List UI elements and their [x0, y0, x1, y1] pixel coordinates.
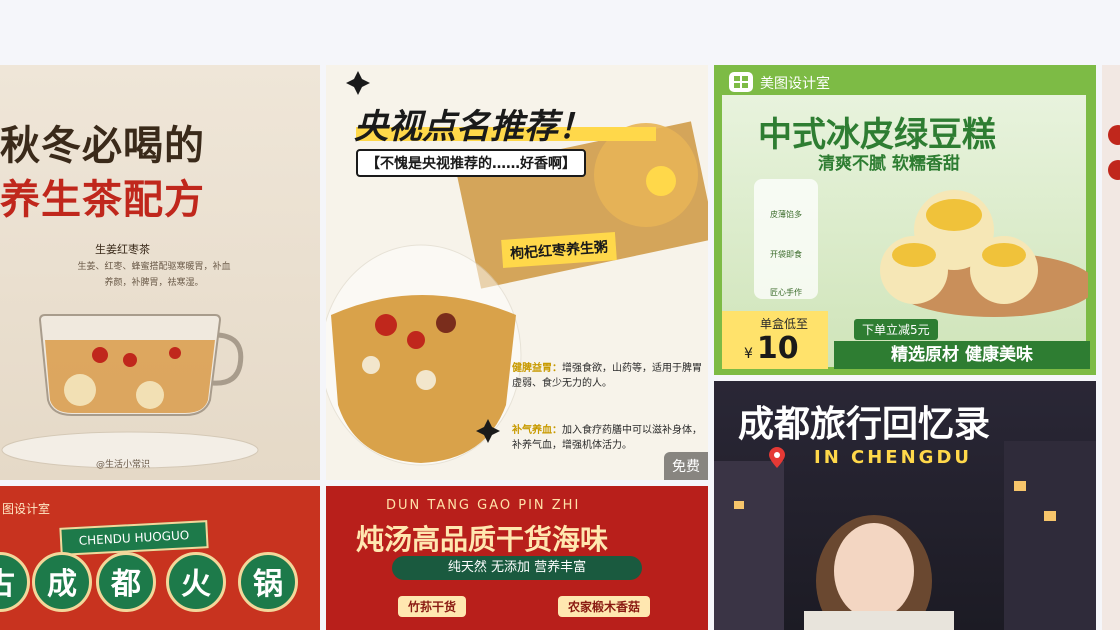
city-caption: IN CHENGDU — [814, 447, 972, 468]
feature-3: 匠心手作 — [770, 288, 802, 297]
title-line-1: 秋冬必喝的 — [0, 123, 205, 169]
price-value: ¥10 — [744, 331, 799, 366]
card-porridge[interactable]: 央视点名推荐！ 【不愧是央视推荐的……好香啊】 枸杞红枣养生粥 健脾益胃：增强食… — [326, 65, 708, 480]
price-label: 单盒低至 — [760, 317, 809, 331]
brand-name: 美图设计室 — [760, 76, 830, 92]
feature-ribbon: 纯天然 无添加 营养丰富 — [392, 556, 642, 580]
category-1: 竹荪干货 — [398, 596, 467, 617]
card-title: 成都旅行回忆录 — [738, 404, 991, 445]
brand-name: 图设计室 — [2, 502, 51, 516]
currency: ¥ — [744, 346, 753, 362]
free-badge: 免费 — [664, 452, 708, 480]
title-char-2: 成 — [32, 552, 92, 612]
ingredients-line-2: 养颜，补脾胃，祛寒湿。 — [104, 278, 204, 288]
title-char-3: 都 — [96, 552, 156, 612]
quality-bar: 精选原材 健康美味 — [834, 341, 1090, 369]
price: 10 — [756, 331, 799, 366]
card-subtitle: 清爽不腻 软糯香甜 — [818, 154, 960, 174]
feature-2: 开袋即食 — [770, 250, 802, 259]
credit: @生活小常识 — [96, 460, 151, 470]
note-1-key: 健脾益胃： — [512, 363, 562, 374]
note-2-key: 补气养血： — [512, 425, 562, 436]
recipe-name: 生姜红枣茶 — [95, 243, 150, 256]
top-bar — [0, 0, 1120, 64]
title-char-4: 火 — [166, 552, 226, 612]
title-char-5: 锅 — [238, 552, 298, 612]
discount-badge: 下单立减5元 — [854, 319, 938, 340]
title-line-2: 养生茶配方 — [0, 177, 205, 223]
card-hotpot[interactable]: 图设计室 CHENDU HUOGUO 古 成 都 火 锅 — [0, 486, 320, 630]
category-2: 农家椴木香菇 — [558, 596, 651, 617]
note-2: 补气养血：加入食疗药膳中可以滋补身体，补养气血，增强机体活力。 — [512, 423, 702, 453]
card-dried-seafood[interactable]: DUN TANG GAO PIN ZHI 炖汤高品质干货海味 纯天然 无添加 营… — [326, 486, 708, 630]
card-partial-right[interactable] — [1102, 65, 1120, 630]
ingredients-line-1: 生姜、红枣、蜂蜜搭配驱寒暖胃，补血 — [77, 262, 231, 272]
cake-illustration — [880, 190, 1088, 317]
ingredients: 生姜、红枣、蜂蜜搭配驱寒暖胃，补血 养颜，补脾胃，祛寒湿。 — [34, 259, 274, 291]
card-herbal-tea[interactable]: 秋冬必喝的 养生茶配方 生姜红枣茶 生姜、红枣、蜂蜜搭配驱寒暖胃，补血 养颜，补… — [0, 65, 320, 480]
pinyin-caption: DUN TANG GAO PIN ZHI — [386, 498, 581, 513]
card-title: 炖汤高品质干货海味 — [356, 523, 609, 556]
location-pin-icon — [769, 447, 785, 468]
card-title: 央视点名推荐！ — [354, 107, 592, 147]
feature-1: 皮薄馅多 — [770, 210, 802, 219]
title-char-1: 古 — [0, 552, 30, 612]
partial-thumbnail — [1108, 125, 1120, 180]
brand-logo-icon — [729, 72, 753, 92]
note-1: 健脾益胃：增强食欲，山药等，适用于脾胃虚弱、食少无力的人。 — [512, 361, 702, 391]
feature-list: 皮薄馅多 开袋即食 匠心手作 — [754, 179, 818, 299]
hotpot-banner: CHENDU HUOGUO — [59, 520, 209, 556]
card-chengdu-travel[interactable]: 成都旅行回忆录 IN CHENGDU — [714, 381, 1096, 630]
card-mung-bean-cake[interactable]: 美图设计室 中式冰皮绿豆糕 清爽不腻 软糯香甜 皮薄馅多 开袋即食 匠心手作 单… — [714, 65, 1096, 375]
speech-bubble: 【不愧是央视推荐的……好香啊】 — [356, 149, 586, 177]
